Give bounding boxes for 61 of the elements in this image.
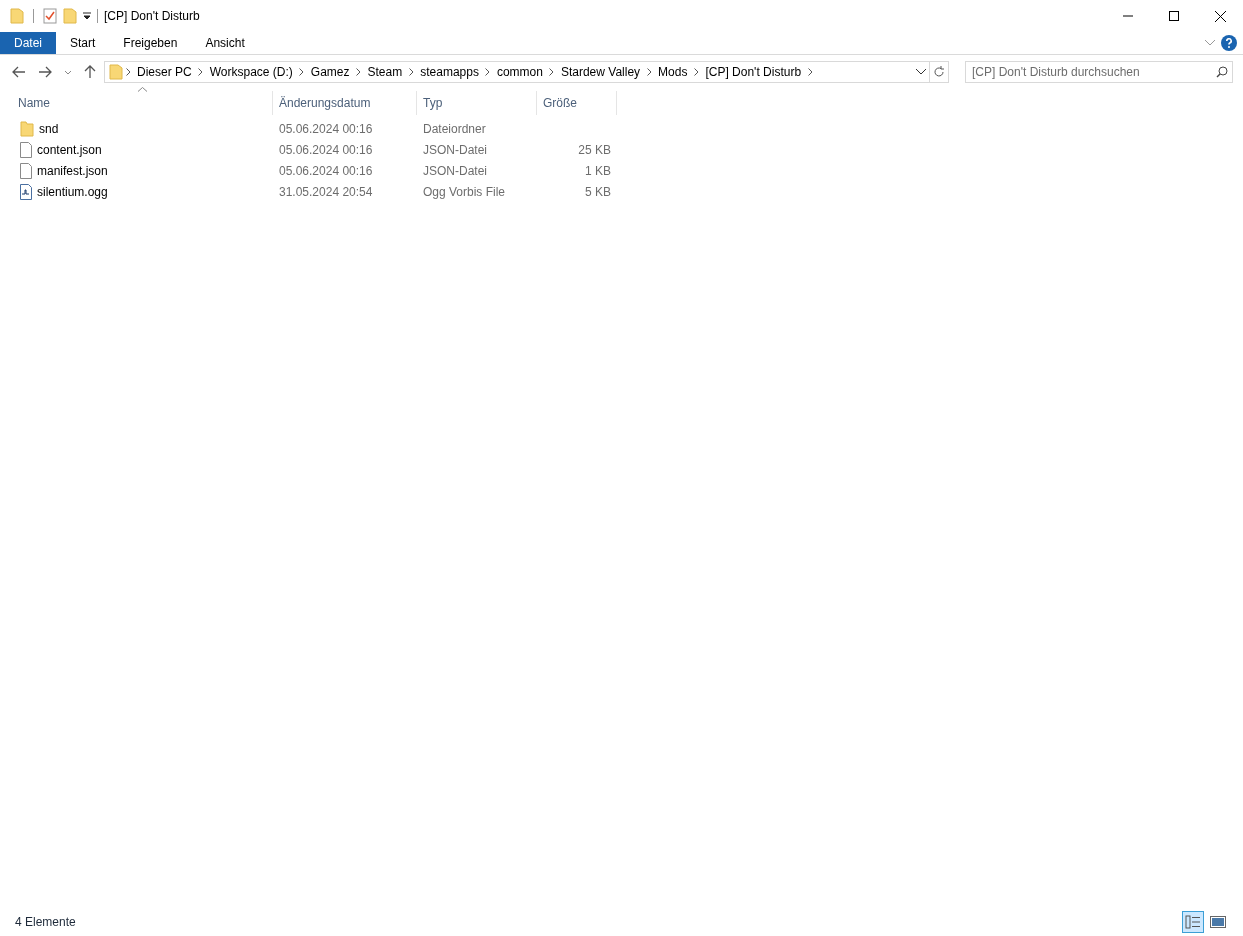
folder-icon	[20, 120, 34, 137]
help-icon[interactable]	[1221, 35, 1237, 51]
dropdown-icon[interactable]	[83, 12, 91, 20]
modified-date: 31.05.2024 20:54	[279, 184, 373, 199]
details-view-button[interactable]	[1182, 911, 1204, 933]
item-count: 4 Elemente	[15, 914, 76, 931]
modified-date: 05.06.2024 00:16	[279, 142, 373, 157]
chevron-right-icon[interactable]	[125, 68, 131, 76]
sort-ascending-icon	[138, 87, 147, 92]
chevron-right-icon[interactable]	[485, 68, 491, 76]
chevron-right-icon[interactable]	[299, 68, 305, 76]
ribbon-tab[interactable]: Freigeben	[109, 32, 192, 54]
breadcrumb-item[interactable]: Mods	[654, 63, 692, 81]
chevron-right-icon[interactable]	[646, 68, 652, 76]
ribbon-tab[interactable]: Start	[56, 32, 110, 54]
file-type: Ogg Vorbis File	[423, 184, 506, 199]
breadcrumb-item[interactable]: Stardew Valley	[556, 63, 645, 81]
audio-file-icon	[20, 183, 32, 200]
search-icon	[1216, 66, 1228, 78]
file-size: 1 KB	[585, 163, 611, 178]
breadcrumb-item[interactable]: Dieser PC	[133, 63, 196, 81]
file-name[interactable]: content.json	[37, 140, 102, 159]
file-name[interactable]: snd	[39, 119, 59, 138]
breadcrumb-item[interactable]: [CP] Don't Disturb	[701, 63, 806, 81]
file-name[interactable]: manifest.json	[37, 161, 108, 180]
file-type: Dateiordner	[423, 121, 486, 136]
chevron-down-icon[interactable]	[916, 69, 926, 75]
document-icon	[20, 162, 32, 179]
file-name[interactable]: silentium.ogg	[37, 182, 108, 201]
close-icon	[1214, 10, 1226, 22]
column-header[interactable]: Name	[12, 91, 273, 115]
chevron-right-icon[interactable]	[198, 68, 204, 76]
file-type: JSON-Datei	[423, 163, 487, 178]
checkmark-document-icon[interactable]	[43, 8, 57, 24]
modified-date: 05.06.2024 00:16	[279, 121, 373, 136]
breadcrumb-item[interactable]: Gamez	[306, 63, 354, 81]
folder-icon	[109, 64, 123, 80]
breadcrumb-item[interactable]: Steam	[363, 63, 407, 81]
ribbon-tab[interactable]: Datei	[0, 32, 56, 54]
search-field[interactable]: [CP] Don't Disturb durchsuchen	[965, 61, 1233, 83]
chevron-right-icon[interactable]	[549, 68, 555, 76]
address-bar[interactable]: Dieser PC Workspace (D:) Gamez Steam steamapps common Stardew Valley Mods [CP] Don't Disturb	[104, 61, 949, 83]
file-size: 5 KB	[585, 184, 611, 199]
chevron-right-icon[interactable]	[356, 68, 361, 76]
breadcrumb-item[interactable]: steamapps	[416, 63, 483, 81]
file-type: JSON-Datei	[423, 142, 487, 157]
refresh-icon[interactable]	[933, 66, 945, 78]
column-header[interactable]: Änderungsdatum	[273, 91, 417, 115]
breadcrumb-item[interactable]: Workspace (D:)	[205, 63, 297, 81]
chevron-right-icon[interactable]	[693, 68, 699, 76]
column-header[interactable]: Größe	[537, 91, 617, 115]
window-title: [CP] Don't Disturb	[104, 8, 200, 25]
document-icon	[20, 141, 32, 158]
modified-date: 05.06.2024 00:16	[279, 163, 373, 178]
breadcrumb-item[interactable]: common	[492, 63, 547, 81]
chevron-right-icon[interactable]	[408, 68, 414, 76]
chevron-right-icon[interactable]	[807, 68, 813, 76]
column-header[interactable]: Typ	[417, 91, 537, 115]
file-size: 25 KB	[578, 142, 611, 157]
maximize-icon	[1169, 11, 1179, 21]
ribbon-tab[interactable]: Ansicht	[191, 32, 259, 54]
